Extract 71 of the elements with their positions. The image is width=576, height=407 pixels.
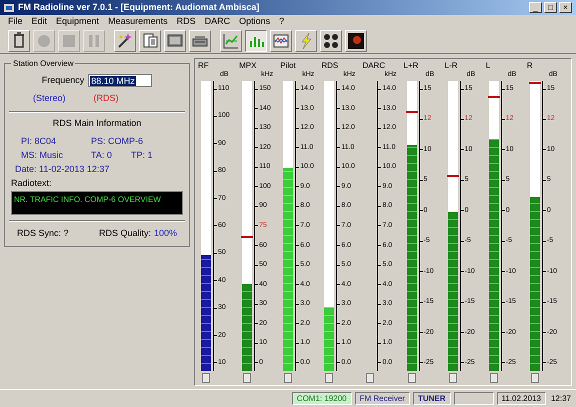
pi-code: PI: 8C04 bbox=[21, 134, 58, 148]
screen-button[interactable] bbox=[164, 30, 186, 52]
meter-label: RF bbox=[198, 61, 210, 70]
meter-label: L bbox=[486, 61, 492, 70]
rds-indicator: (RDS) bbox=[94, 92, 119, 105]
window-title: FM Radioline ver 7.0.1 - [Equipment: Audiomat Ambisca] bbox=[18, 0, 260, 14]
dots-icon bbox=[322, 32, 340, 50]
meter-label: L+R bbox=[404, 61, 420, 70]
slider-handle[interactable] bbox=[408, 373, 416, 383]
documents-icon bbox=[141, 32, 159, 50]
slider-handle[interactable] bbox=[366, 373, 374, 383]
screen-icon bbox=[166, 32, 184, 50]
slider-handle[interactable] bbox=[243, 373, 252, 383]
dark-square-button[interactable] bbox=[345, 30, 367, 52]
date-status: 11.02.2013 bbox=[496, 392, 546, 405]
music-speech: MS: Music bbox=[21, 149, 64, 162]
radiotext-label: Radiotext: bbox=[11, 177, 53, 190]
traffic-announcement: TA: 0 bbox=[91, 149, 113, 162]
printer-button[interactable] bbox=[189, 30, 211, 52]
frequency-field[interactable]: 88.10 MHz bbox=[88, 74, 152, 88]
waveform-icon bbox=[272, 32, 290, 50]
clock: 12:37 bbox=[550, 392, 572, 404]
meter-label: RDS bbox=[321, 61, 340, 70]
slider-handle[interactable] bbox=[448, 373, 457, 383]
meter-label: Pilot bbox=[280, 61, 297, 70]
waveform-button[interactable] bbox=[270, 30, 292, 52]
radiotext: NR. TRAFIC INFO. COMP-6 OVERVIEW bbox=[14, 194, 161, 204]
rds-sync: RDS Sync: ? bbox=[17, 226, 69, 240]
field-label: RDS Quality: bbox=[98, 226, 151, 240]
lightning-button[interactable] bbox=[295, 30, 317, 52]
date-time: Date: 11-02-2013 12:37 bbox=[14, 162, 110, 176]
menu-item[interactable]: File bbox=[8, 14, 23, 28]
app-icon bbox=[4, 2, 14, 12]
stereo-indicator: (Stereo) bbox=[33, 92, 66, 105]
maximize-button[interactable]: □ bbox=[544, 2, 557, 13]
minimize-button[interactable]: _ bbox=[529, 2, 542, 13]
line-chart-button[interactable] bbox=[220, 30, 242, 52]
slider-handle[interactable] bbox=[530, 373, 539, 383]
wand-button[interactable] bbox=[114, 30, 136, 52]
dark-square-icon bbox=[347, 32, 365, 50]
rds-quality: 100% bbox=[154, 226, 177, 240]
meter-label: R bbox=[526, 61, 534, 70]
traffic-program: TP: 1 bbox=[131, 149, 154, 162]
wand-icon bbox=[116, 32, 134, 50]
selected-text: 88.10 MHz bbox=[90, 76, 136, 86]
field-label: Frequency bbox=[42, 74, 84, 87]
dots-button[interactable] bbox=[320, 30, 342, 52]
slider-handle[interactable] bbox=[284, 373, 292, 383]
status-pane bbox=[454, 392, 494, 405]
menu-item[interactable]: RDS bbox=[176, 14, 196, 28]
program-service: PS: COMP-6 bbox=[91, 134, 144, 148]
documents-button[interactable] bbox=[139, 30, 161, 52]
slider-handle[interactable] bbox=[202, 373, 210, 383]
section-title: RDS Main Information bbox=[52, 117, 142, 130]
menu-item[interactable]: Edit bbox=[32, 14, 48, 28]
menu-item[interactable]: Measurements bbox=[108, 14, 168, 28]
line-chart-icon bbox=[222, 32, 240, 50]
menu-item[interactable]: DARC bbox=[204, 14, 230, 28]
slider-handle[interactable] bbox=[325, 373, 334, 383]
slider-handle[interactable] bbox=[490, 373, 498, 383]
meter-label: DARC bbox=[362, 61, 386, 70]
menu-item[interactable]: ? bbox=[279, 14, 284, 28]
bar-chart-button[interactable] bbox=[245, 30, 267, 52]
menu-item[interactable]: Options bbox=[239, 14, 270, 28]
mode-status: TUNER bbox=[412, 392, 451, 405]
close-button[interactable]: × bbox=[559, 2, 572, 13]
meter-label: L-R bbox=[444, 61, 459, 70]
menu-item[interactable]: Equipment bbox=[56, 14, 100, 28]
port-status: COM1: 19200 bbox=[292, 392, 352, 405]
device-status: FM Receiver bbox=[354, 392, 410, 405]
meter-label: MPX bbox=[239, 61, 258, 70]
